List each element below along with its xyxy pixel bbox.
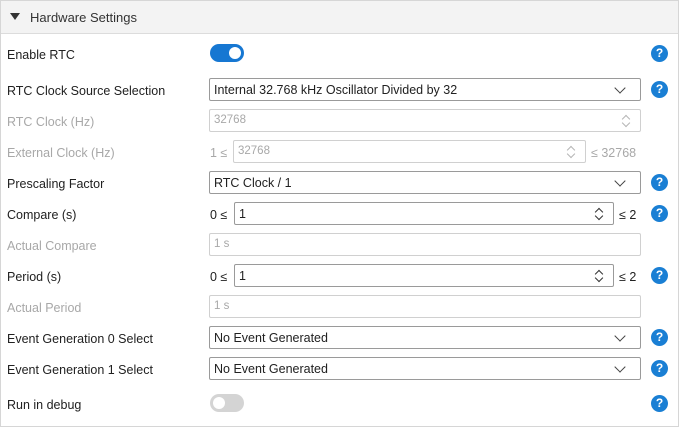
external-clock-label: External Clock (Hz) bbox=[7, 146, 115, 160]
period-max: ≤ 2 bbox=[619, 270, 637, 284]
toggle-knob bbox=[213, 397, 225, 409]
period-value: 1 bbox=[239, 269, 246, 283]
row-external-clock: External Clock (Hz) 1 ≤ 32768 ≤ 32768 bbox=[1, 140, 678, 166]
row-prescaling: Prescaling Factor RTC Clock / 1 ? bbox=[1, 171, 678, 197]
row-actual-period: Actual Period 1 s bbox=[1, 295, 678, 321]
period-min: 0 ≤ bbox=[210, 270, 228, 284]
row-compare: Compare (s) 0 ≤ 1 ≤ 2 ? bbox=[1, 202, 678, 228]
enable-rtc-toggle[interactable] bbox=[210, 44, 244, 62]
row-period: Period (s) 0 ≤ 1 ≤ 2 ? bbox=[1, 264, 678, 290]
event-gen-0-value: No Event Generated bbox=[214, 331, 328, 345]
external-clock-value: 32768 bbox=[238, 145, 270, 157]
rtc-clock-value: 32768 bbox=[214, 114, 246, 126]
period-label: Period (s) bbox=[7, 270, 62, 284]
prescaling-label: Prescaling Factor bbox=[7, 177, 105, 191]
actual-compare-field: 1 s bbox=[209, 233, 641, 256]
rtc-clock-input: 32768 bbox=[209, 109, 641, 132]
help-icon[interactable]: ? bbox=[651, 360, 668, 377]
panel-title: Hardware Settings bbox=[30, 10, 137, 25]
event-gen-0-select[interactable]: No Event Generated bbox=[209, 326, 641, 349]
toggle-knob bbox=[229, 47, 241, 59]
clock-source-value: Internal 32.768 kHz Oscillator Divided b… bbox=[214, 83, 458, 97]
stepper-icon bbox=[621, 113, 631, 129]
actual-compare-value: 1 s bbox=[214, 238, 230, 250]
external-clock-min: 1 ≤ bbox=[210, 146, 228, 160]
event-gen-1-label: Event Generation 1 Select bbox=[7, 363, 153, 377]
rtc-clock-label: RTC Clock (Hz) bbox=[7, 115, 95, 129]
clock-source-label: RTC Clock Source Selection bbox=[7, 84, 166, 98]
compare-value: 1 bbox=[239, 207, 246, 221]
panel-header[interactable]: Hardware Settings bbox=[1, 1, 678, 34]
actual-compare-label: Actual Compare bbox=[7, 239, 97, 253]
compare-min: 0 ≤ bbox=[210, 208, 228, 222]
run-in-debug-label: Run in debug bbox=[7, 398, 82, 412]
chevron-down-icon bbox=[614, 82, 626, 94]
compare-label: Compare (s) bbox=[7, 208, 77, 222]
external-clock-max: ≤ 32768 bbox=[591, 146, 637, 160]
chevron-down-icon bbox=[614, 361, 626, 373]
period-input[interactable]: 1 bbox=[234, 264, 614, 287]
event-gen-1-value: No Event Generated bbox=[214, 362, 328, 376]
chevron-down-icon bbox=[614, 330, 626, 342]
row-clock-source: RTC Clock Source Selection Internal 32.7… bbox=[1, 78, 678, 104]
help-icon[interactable]: ? bbox=[651, 174, 668, 191]
row-run-in-debug: Run in debug ? bbox=[1, 392, 678, 418]
stepper-icon[interactable] bbox=[594, 268, 604, 284]
help-icon[interactable]: ? bbox=[651, 45, 668, 62]
enable-rtc-label: Enable RTC bbox=[7, 48, 75, 62]
compare-max: ≤ 2 bbox=[619, 208, 637, 222]
external-clock-input: 32768 bbox=[233, 140, 586, 163]
run-in-debug-toggle[interactable] bbox=[210, 394, 244, 412]
actual-period-field: 1 s bbox=[209, 295, 641, 318]
help-icon[interactable]: ? bbox=[651, 267, 668, 284]
event-gen-1-select[interactable]: No Event Generated bbox=[209, 357, 641, 380]
help-icon[interactable]: ? bbox=[651, 395, 668, 412]
prescaling-select[interactable]: RTC Clock / 1 bbox=[209, 171, 641, 194]
clock-source-select[interactable]: Internal 32.768 kHz Oscillator Divided b… bbox=[209, 78, 641, 101]
row-enable-rtc: Enable RTC ? bbox=[1, 42, 678, 68]
actual-period-label: Actual Period bbox=[7, 301, 82, 315]
row-actual-compare: Actual Compare 1 s bbox=[1, 233, 678, 259]
row-event-gen-0: Event Generation 0 Select No Event Gener… bbox=[1, 326, 678, 352]
chevron-down-icon bbox=[614, 175, 626, 187]
row-event-gen-1: Event Generation 1 Select No Event Gener… bbox=[1, 357, 678, 383]
stepper-icon bbox=[566, 144, 576, 160]
row-rtc-clock: RTC Clock (Hz) 32768 bbox=[1, 109, 678, 135]
collapse-caret-icon[interactable] bbox=[10, 13, 20, 20]
actual-period-value: 1 s bbox=[214, 300, 230, 312]
event-gen-0-label: Event Generation 0 Select bbox=[7, 332, 153, 346]
compare-input[interactable]: 1 bbox=[234, 202, 614, 225]
stepper-icon[interactable] bbox=[594, 206, 604, 222]
prescaling-value: RTC Clock / 1 bbox=[214, 176, 292, 190]
help-icon[interactable]: ? bbox=[651, 205, 668, 222]
help-icon[interactable]: ? bbox=[651, 81, 668, 98]
help-icon[interactable]: ? bbox=[651, 329, 668, 346]
hardware-settings-panel: Hardware Settings Enable RTC ? RTC Clock… bbox=[0, 0, 679, 427]
